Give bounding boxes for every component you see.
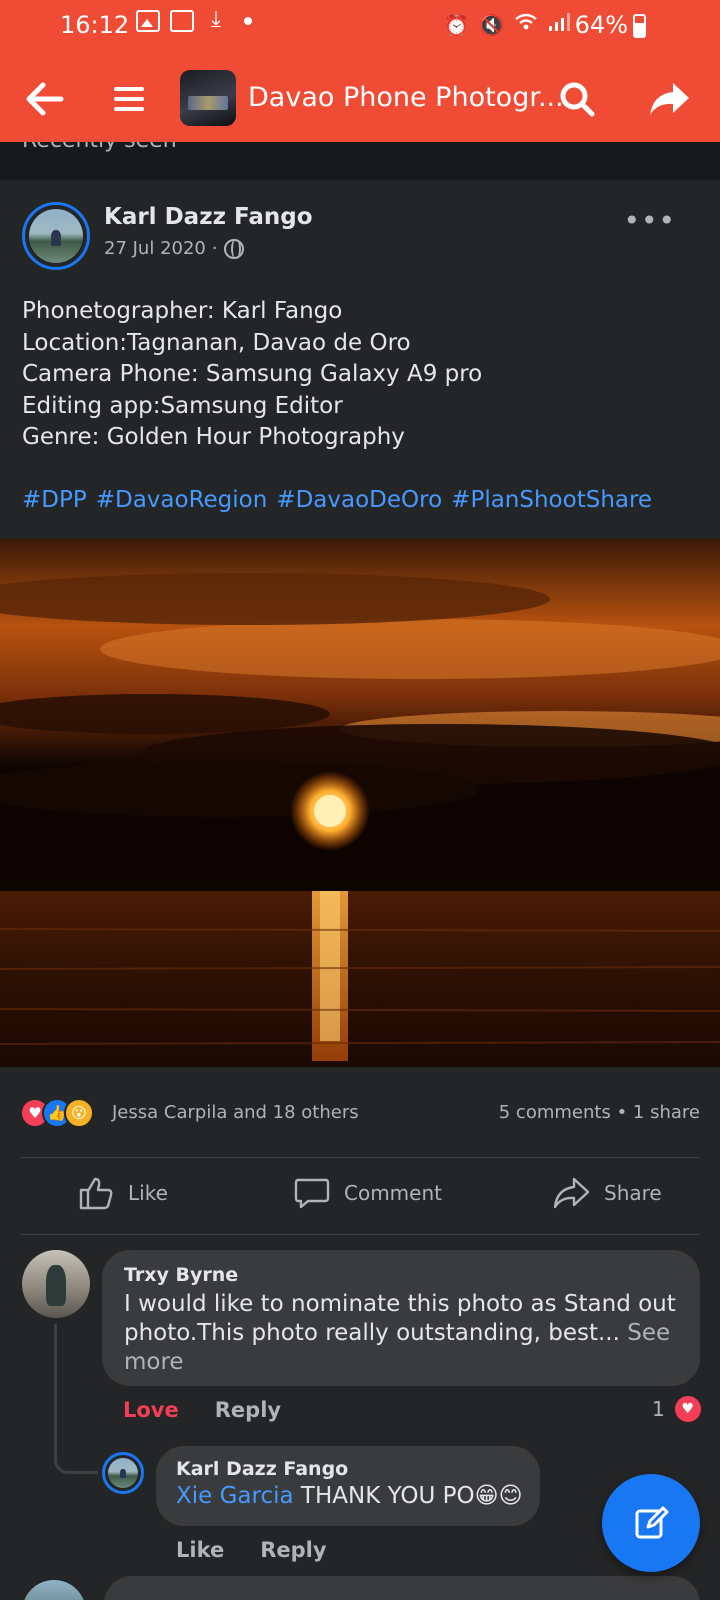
share-count[interactable]: 1 share xyxy=(633,1102,700,1123)
divider xyxy=(20,1234,700,1235)
thumbs-up-icon xyxy=(79,1177,113,1210)
post-meta: 27 Jul 2020 · xyxy=(104,238,244,259)
edit-icon xyxy=(635,1506,669,1539)
reaction-count: 1 xyxy=(652,1397,665,1421)
comment-text-line: photo.This photo really outstanding, bes… xyxy=(124,1320,620,1346)
comment-button[interactable]: Comment xyxy=(294,1176,442,1210)
reply-author-name[interactable]: Karl Dazz Fango xyxy=(176,1458,523,1480)
group-title[interactable]: Davao Phone Photogr... xyxy=(248,82,564,113)
status-bar: 16:12 ⤓ ⏰ 🔇 64% xyxy=(0,0,720,52)
image-notification-icon xyxy=(136,10,160,32)
post-card: Karl Dazz Fango 27 Jul 2020 · ••• Phonet… xyxy=(0,184,720,1600)
group-avatar[interactable] xyxy=(180,70,236,126)
reply-button[interactable]: Reply xyxy=(260,1538,326,1562)
meta-separator: · xyxy=(211,238,218,259)
post-date[interactable]: 27 Jul 2020 xyxy=(104,238,206,259)
recently-seen-strip: Recently seen xyxy=(0,142,720,180)
like-button[interactable]: Like xyxy=(78,1176,168,1210)
comments-count[interactable]: 5 comments xyxy=(499,1102,611,1123)
search-button[interactable] xyxy=(552,74,602,124)
comment-actions: Love Reply xyxy=(123,1398,281,1422)
post-text-line: Editing app:Samsung Editor xyxy=(22,392,343,419)
thread-line xyxy=(54,1324,98,1474)
commenter-name[interactable]: Trxy Byrne xyxy=(124,1264,676,1286)
post-counts[interactable]: 5 comments • 1 share xyxy=(499,1102,700,1123)
alarm-icon: ⏰ xyxy=(444,12,470,37)
top-bar: 16:12 ⤓ ⏰ 🔇 64% Davao Phone Photogr... xyxy=(0,0,720,142)
see-more-link[interactable]: See xyxy=(627,1320,670,1346)
mention-link[interactable]: Xie Garcia xyxy=(176,1483,294,1509)
count-separator: • xyxy=(616,1102,628,1123)
battery-percent: 64% xyxy=(574,11,628,39)
like-comment-button[interactable]: Like xyxy=(176,1538,224,1562)
download-icon: ⤓ xyxy=(211,7,221,32)
search-icon xyxy=(560,82,595,117)
wifi-icon xyxy=(514,12,538,37)
keyboard-notification-icon xyxy=(170,10,194,32)
recently-seen-label: Recently seen xyxy=(22,142,177,153)
status-time: 16:12 xyxy=(60,11,130,39)
post-author[interactable]: Karl Dazz Fango xyxy=(104,204,313,230)
post-text-line: Camera Phone: Samsung Galaxy A9 pro xyxy=(22,361,483,387)
comment-bubble[interactable]: Trxy Byrne I would like to nominate this… xyxy=(102,1250,700,1386)
share-label: Share xyxy=(604,1181,662,1205)
app-bar: Davao Phone Photogr... xyxy=(0,58,720,138)
love-reaction-button[interactable]: Love xyxy=(123,1398,179,1422)
post-text-line: Phonetographer: Karl Fango xyxy=(22,298,343,324)
menu-button[interactable] xyxy=(104,74,154,124)
comment-text: I would like to nominate this photo as S… xyxy=(124,1290,676,1377)
comment-reaction-count[interactable]: 1 ♥ xyxy=(652,1396,701,1422)
see-more-link[interactable]: more xyxy=(124,1349,184,1375)
menu-icon xyxy=(114,87,144,111)
post-text: Phonetographer: Karl Fango Location:Tagn… xyxy=(22,296,702,516)
post-photo[interactable] xyxy=(0,539,720,1067)
battery-icon xyxy=(633,14,646,38)
hashtag-link[interactable]: #DavaoRegion xyxy=(96,485,268,517)
heart-icon: ♥ xyxy=(674,1396,701,1422)
share-icon xyxy=(553,1177,590,1209)
hashtag-link[interactable]: #PlanShootShare xyxy=(451,485,652,517)
compose-button[interactable] xyxy=(602,1474,700,1572)
reactions-summary[interactable]: ♥ 👍 😮 Jessa Carpila and 18 others 5 comm… xyxy=(20,1098,700,1132)
hashtag-list: #DPP #DavaoRegion #DavaoDeOro #PlanShoot… xyxy=(22,485,702,517)
post-text-line: Location:Tagnanan, Davao de Oro xyxy=(22,329,411,356)
commenter-avatar[interactable] xyxy=(22,1250,90,1318)
status-system-icons: ⏰ 🔇 xyxy=(444,12,570,37)
reply-author-avatar[interactable] xyxy=(102,1452,144,1494)
comment-text-line: I would like to nominate this photo as S… xyxy=(124,1291,676,1317)
reply-button[interactable]: Reply xyxy=(215,1398,281,1422)
globe-icon xyxy=(223,238,244,259)
reply-text-body: THANK YOU PO xyxy=(300,1483,475,1509)
post-more-button[interactable]: ••• xyxy=(623,204,676,237)
share-button[interactable]: Share xyxy=(552,1176,662,1210)
hashtag-link[interactable]: #DPP xyxy=(22,485,87,517)
emoji: 😁😊 xyxy=(474,1483,523,1509)
signal-icon xyxy=(548,12,570,37)
comment-icon xyxy=(294,1178,330,1209)
comment-bubble[interactable] xyxy=(104,1576,700,1600)
reactions-text[interactable]: Jessa Carpila and 18 others xyxy=(112,1102,359,1123)
reply-text: Xie Garcia THANK YOU PO😁😊 xyxy=(176,1482,523,1511)
comment-label: Comment xyxy=(344,1181,442,1205)
reply-actions: Like Reply xyxy=(176,1538,327,1562)
like-label: Like xyxy=(128,1181,168,1205)
share-arrow-icon xyxy=(650,83,689,115)
hashtag-link[interactable]: #DavaoDeOro xyxy=(276,485,442,517)
share-group-button[interactable] xyxy=(644,74,694,124)
back-button[interactable] xyxy=(18,74,68,124)
divider xyxy=(20,1157,700,1158)
dot-icon xyxy=(244,17,252,25)
author-avatar[interactable] xyxy=(22,202,90,270)
reply-bubble[interactable]: Karl Dazz Fango Xie Garcia THANK YOU PO😁… xyxy=(156,1446,540,1526)
post-text-line: Genre: Golden Hour Photography xyxy=(22,424,405,450)
wow-reaction-icon: 😮 xyxy=(64,1098,94,1128)
back-arrow-icon xyxy=(26,82,64,116)
status-notification-icons: ⤓ xyxy=(136,7,252,32)
mute-icon: 🔇 xyxy=(479,12,504,37)
